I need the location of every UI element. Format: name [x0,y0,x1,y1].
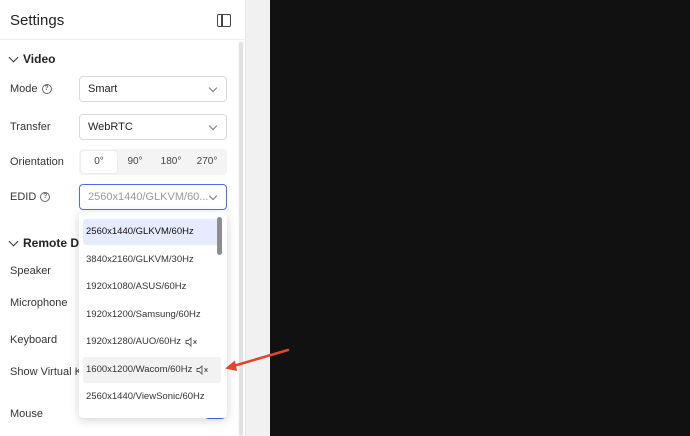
annotation-arrow-icon [225,348,290,371]
help-icon[interactable]: ? [40,192,51,202]
edid-option[interactable]: 1920x1080/ASUS/60Hz [83,274,221,300]
remote-section-header[interactable]: Remote De [8,236,86,250]
edid-option-label: 2560x1440/GLKVM/60Hz [86,226,194,237]
video-section-header[interactable]: Video [8,52,56,66]
edid-option[interactable]: 2560x1440/GLKVM/60Hz [83,219,221,245]
chevron-down-icon [8,236,19,246]
edid-option-label: 1920x1080/ASUS/60Hz [86,281,187,292]
chevron-down-icon [208,191,218,201]
edid-option[interactable]: 1600x1200/Wacom/60Hz [83,357,221,383]
orientation-label: Orientation [10,156,64,168]
microphone-label: Microphone [10,297,68,309]
transfer-label-text: Transfer [10,121,51,133]
mode-label: Mode ? [10,83,52,95]
remote-section-title: Remote De [23,236,86,250]
transfer-select[interactable]: WebRTC [79,114,227,140]
video-section-title: Video [23,52,56,66]
edid-label-text: EDID [10,191,37,203]
edid-option[interactable]: 1920x1280/AUO/60Hz [83,329,221,355]
transfer-label: Transfer [10,121,51,133]
edid-option-label: 1600x1200/Wacom/60Hz [86,364,193,375]
edid-dropdown-menu: 2560x1440/GLKVM/60Hz 3840x2160/GLKVM/30H… [79,212,227,418]
settings-header: Settings [0,0,246,40]
sidebar-toggle-icon[interactable] [217,14,231,27]
orientation-label-text: Orientation [10,156,64,168]
edid-select[interactable]: 2560x1440/GLKVM/60... [79,184,227,210]
keyboard-label: Keyboard [10,334,58,346]
orientation-option-180[interactable]: 180° [153,151,189,173]
transfer-select-value: WebRTC [88,121,133,133]
speaker-muted-icon [185,337,199,347]
edid-option-label: 1920x1280/AUO/60Hz [86,336,182,347]
speaker-label: Speaker [10,265,51,277]
edid-option-label: 2560x1440/ViewSonic/60Hz [86,391,205,402]
edid-option-label: 3840x2160/GLKVM/30Hz [86,254,194,265]
page-title: Settings [10,12,65,29]
edid-option[interactable]: 3840x2160/GLKVM/30Hz [83,247,221,273]
edid-label: EDID ? [10,191,51,203]
show-virtual-keyboard-label: Show Virtual K [10,366,82,378]
speaker-muted-icon [196,365,210,375]
mouse-label: Mouse [10,408,44,420]
orientation-option-90[interactable]: 90° [117,151,153,173]
orientation-option-270[interactable]: 270° [189,151,225,173]
edid-option-label: 1920x1200/Samsung/60Hz [86,309,201,320]
remote-video-area[interactable] [270,0,690,436]
panel-scrollbar-thumb[interactable] [239,42,243,436]
help-icon[interactable]: ? [41,84,52,94]
dropdown-scrollbar-thumb[interactable] [217,217,222,255]
edid-select-value: 2560x1440/GLKVM/60... [88,191,209,203]
orientation-option-0[interactable]: 0° [81,151,117,173]
mode-select-value: Smart [88,83,118,95]
orientation-segmented-control: 0° 90° 180° 270° [79,149,227,175]
edid-option[interactable]: 2560x1440/ViewSonic/60Hz [83,384,221,410]
chevron-down-icon [208,83,218,93]
mode-select[interactable]: Smart [79,76,227,102]
chevron-down-icon [8,52,19,62]
settings-panel: Settings Video Mode ? Smart Transfer Web… [0,0,246,436]
mode-label-text: Mode [10,83,38,95]
edid-option[interactable]: 1920x1200/Samsung/60Hz [83,302,221,328]
chevron-down-icon [208,121,218,131]
